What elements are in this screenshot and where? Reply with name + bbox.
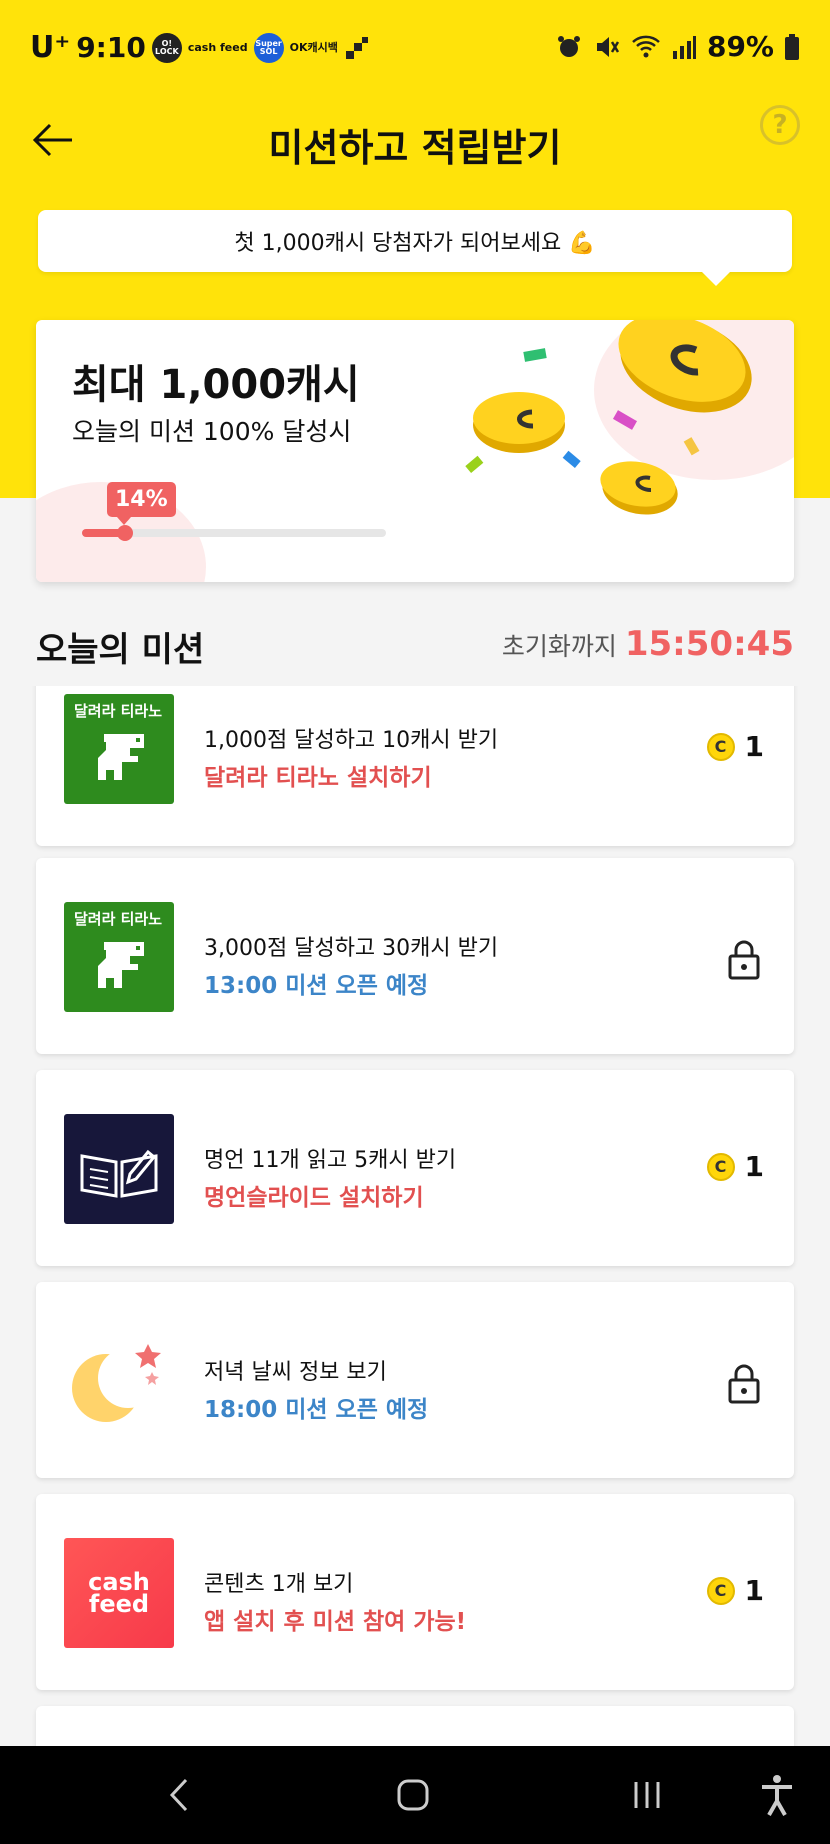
mission-reward: C 1 [706, 1574, 764, 1607]
status-right: 89% [555, 30, 800, 63]
mission-open-time: 18:00 미션 오픈 예정 [204, 1397, 429, 1423]
coin-small [600, 461, 678, 515]
reward-amount: 1 [744, 1574, 764, 1607]
mission-title: 콘텐츠 1개 보기 [204, 1572, 354, 1597]
clock: 9:10 [76, 31, 146, 64]
system-nav-bar [0, 1746, 830, 1844]
page-title: 미션하고 적립받기 [268, 126, 562, 170]
mission-action[interactable]: 명언슬라이드 설치하기 [204, 1178, 424, 1212]
carrier-label: U⁺ [30, 30, 71, 65]
reset-countdown: 초기화까지 15:50:45 [502, 624, 794, 664]
mission-title: 3,000점 달성하고 30캐시 받기 [204, 936, 499, 961]
mission-card[interactable]: 달려라 티라노 3,000점 달성하고 30캐시 받기 13:00 미션 오픈 … [36, 858, 794, 1054]
app-bar: 미션하고 적립받기 ? [0, 95, 830, 195]
app-icon-label: cash feed [88, 1568, 150, 1618]
mission-title: 명언 11개 읽고 5캐시 받기 [204, 1148, 457, 1173]
mission-card[interactable]: 명언 11개 읽고 5캐시 받기 명언슬라이드 설치하기 C 1 [36, 1070, 794, 1266]
status-left: U⁺ 9:10 O! LOCK cash feed Super SOL OK캐시… [30, 30, 370, 65]
progress-bar [82, 525, 386, 541]
alarm-icon [557, 35, 580, 57]
coins-illustration [465, 320, 752, 515]
nav-recents-icon[interactable] [622, 1770, 672, 1820]
coin-medium [473, 392, 565, 453]
cash-coin-icon: C [706, 1576, 735, 1605]
ok-cashbag-icon: OK캐시백 [289, 41, 338, 54]
mission-card[interactable]: 저녁 날씨 정보 보기 18:00 미션 오픈 예정 [36, 1282, 794, 1478]
mission-reward: C 1 [706, 730, 764, 763]
mission-action[interactable]: 달려라 티라노 설치하기 [204, 758, 432, 792]
help-icon[interactable]: ? [760, 105, 800, 145]
stairs-icon [345, 36, 368, 59]
reward-title: 최대 1,000캐시 [72, 362, 360, 408]
nav-home-icon[interactable] [388, 1770, 438, 1820]
cashfeed-status-icon: cash feed [187, 41, 248, 54]
mission-reward: C 1 [706, 1150, 764, 1183]
reward-card: 최대 1,000캐시 오늘의 미션 100% 달성시 14% [36, 320, 794, 582]
battery-percent: 89% [706, 30, 774, 63]
quote-slide-app-icon [64, 1114, 174, 1224]
battery-icon [785, 33, 799, 60]
nav-back-icon[interactable] [156, 1770, 206, 1820]
progress-knob [117, 525, 133, 541]
accessibility-icon[interactable] [752, 1770, 802, 1820]
promo-tooltip: 첫 1,000캐시 당첨자가 되어보세요 💪 [38, 210, 792, 286]
reset-time: 15:50:45 [624, 624, 794, 664]
wifi-icon [632, 35, 660, 57]
promo-tooltip-text: 첫 1,000캐시 당첨자가 되어보세요 💪 [234, 231, 596, 256]
mission-card[interactable]: 달려라 티라노 1,000점 달성하고 10캐시 받기 달려라 티라노 설치하기… [36, 686, 794, 846]
moon-star-icon [64, 1326, 174, 1436]
section-title: 오늘의 미션 [36, 630, 205, 670]
mute-icon [596, 36, 620, 57]
mission-card[interactable]: cash feed 콘텐츠 1개 보기 앱 설치 후 미션 참여 가능! C 1 [36, 1494, 794, 1690]
progress-badge: 14% [107, 482, 176, 525]
reset-label: 초기화까지 [501, 632, 617, 661]
status-bar: U⁺ 9:10 O! LOCK cash feed Super SOL OK캐시… [0, 0, 830, 95]
lock-icon [728, 1364, 760, 1404]
reward-subtitle: 오늘의 미션 100% 달성시 [72, 417, 352, 446]
reward-amount: 1 [744, 730, 764, 763]
mission-title: 저녁 날씨 정보 보기 [204, 1360, 387, 1385]
mission-card[interactable] [36, 1706, 794, 1746]
mission-open-time: 13:00 미션 오픈 예정 [204, 973, 429, 999]
supersol-icon: Super SOL [253, 32, 284, 63]
cash-coin-icon: C [706, 1152, 735, 1181]
signal-icon [672, 35, 696, 59]
cashfeed-app-icon: cash feed [64, 1538, 174, 1648]
cash-coin-icon: C [706, 732, 735, 761]
mission-action[interactable]: 앱 설치 후 미션 참여 가능! [204, 1602, 466, 1636]
tirano-app-icon: 달려라 티라노 [64, 694, 174, 804]
tirano-app-icon: 달려라 티라노 [64, 902, 174, 1012]
mission-title: 1,000점 달성하고 10캐시 받기 [204, 728, 499, 753]
mission-list[interactable]: 달려라 티라노 1,000점 달성하고 10캐시 받기 달려라 티라노 설치하기… [0, 686, 830, 1746]
reward-amount: 1 [744, 1150, 764, 1183]
olock-icon: O! LOCK [151, 32, 182, 63]
coin-large [618, 320, 752, 413]
lock-icon [728, 940, 760, 980]
